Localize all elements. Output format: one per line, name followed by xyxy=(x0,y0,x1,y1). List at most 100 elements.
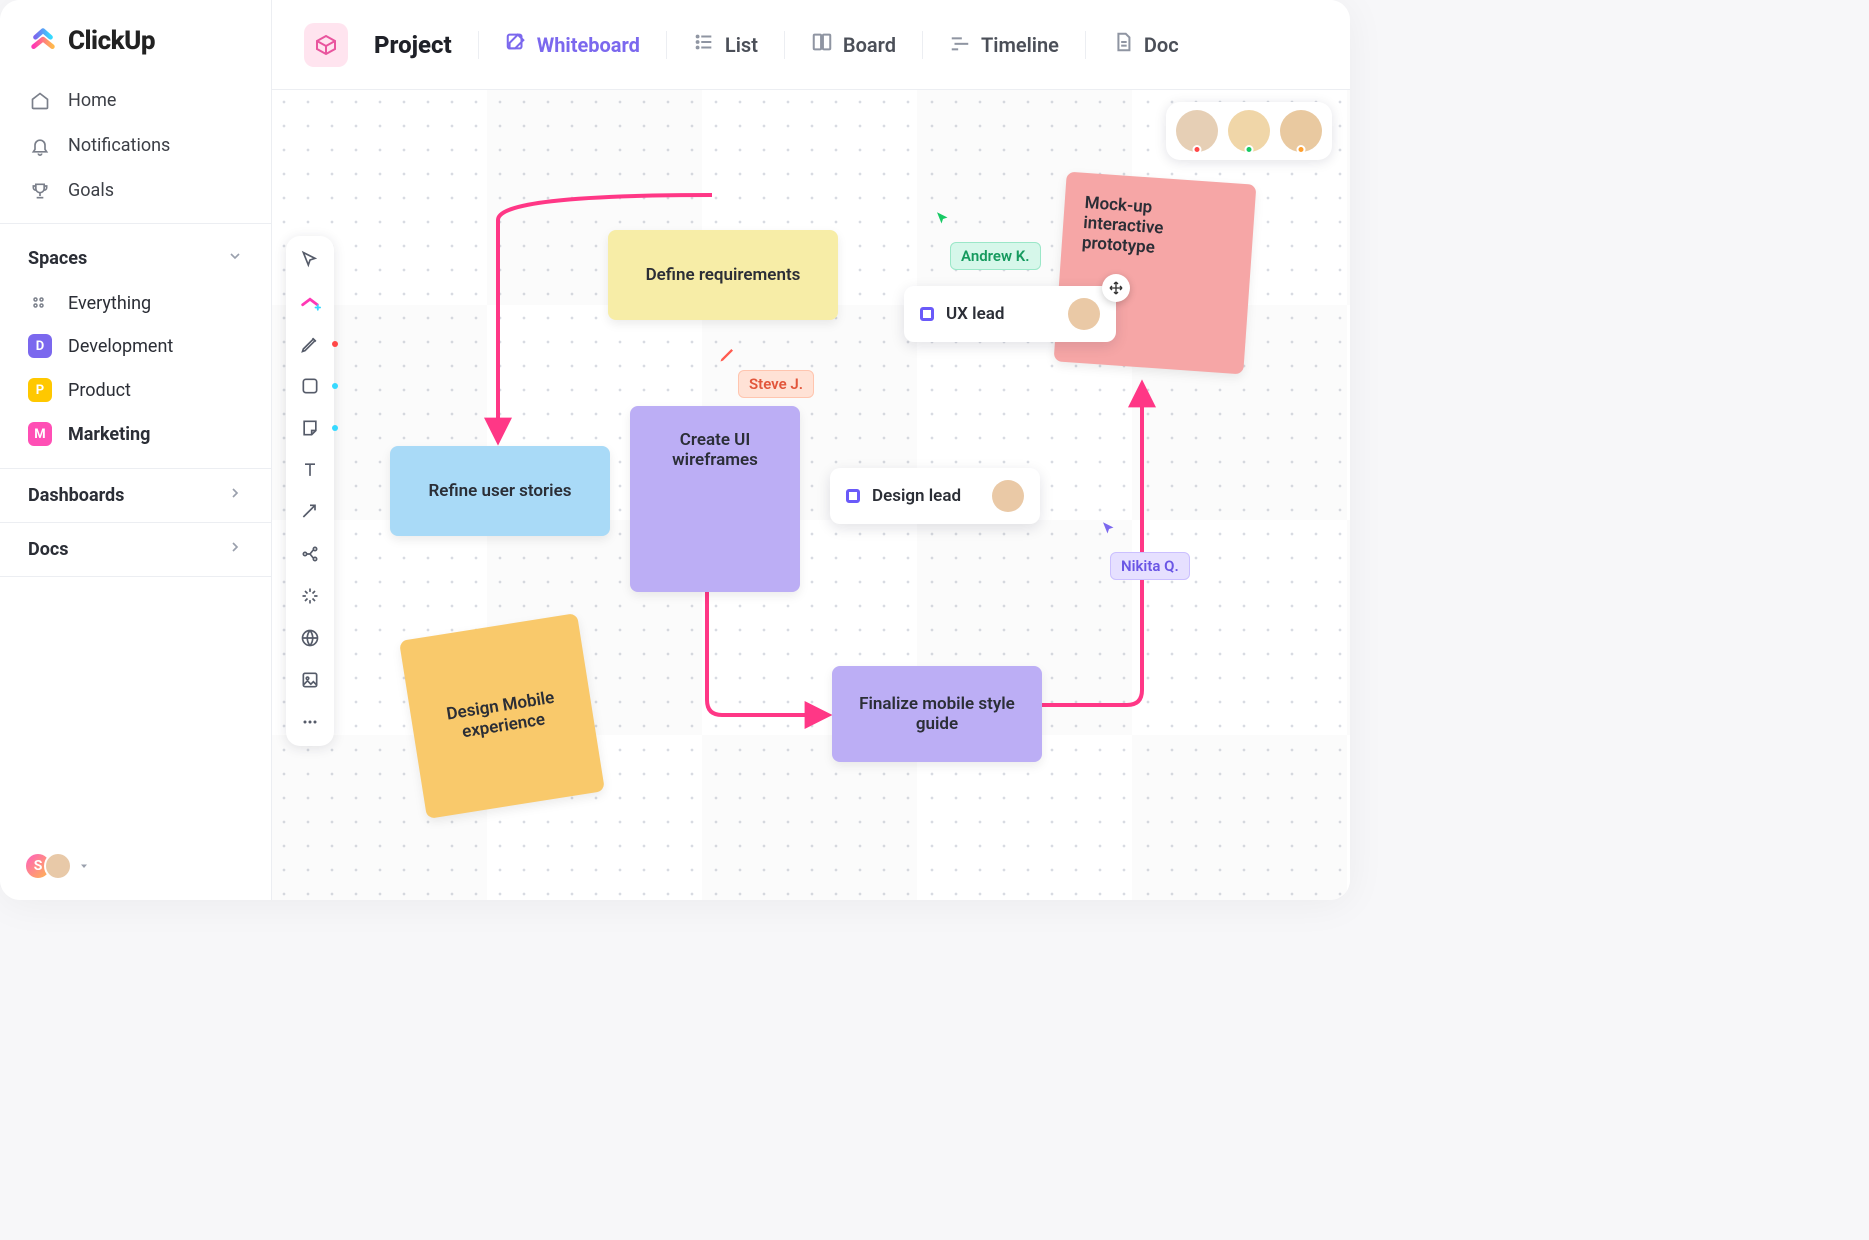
sidebar: ClickUp Home Notifications Goals Spaces … xyxy=(0,0,272,900)
space-development[interactable]: D Development xyxy=(0,324,271,368)
doc-icon xyxy=(1112,31,1134,58)
tool-mindmap[interactable] xyxy=(296,540,324,568)
task-card-label: UX lead xyxy=(946,304,1004,324)
space-badge-d: D xyxy=(28,334,52,358)
spaces-title: Spaces xyxy=(28,248,87,269)
brand[interactable]: ClickUp xyxy=(0,0,271,78)
view-timeline[interactable]: Timeline xyxy=(949,31,1059,58)
clickup-logo-icon xyxy=(28,26,58,56)
space-marketing[interactable]: M Marketing xyxy=(0,412,271,456)
separator xyxy=(1085,31,1086,59)
cursor-label-steve: Steve J. xyxy=(738,370,814,398)
nav-goals-label: Goals xyxy=(68,180,114,201)
view-board-label: Board xyxy=(843,33,896,57)
space-everything-label: Everything xyxy=(68,293,151,314)
canvas-toolbar xyxy=(286,236,334,746)
sticky-refine-user-stories[interactable]: Refine user stories xyxy=(390,446,610,536)
space-everything[interactable]: Everything xyxy=(0,283,271,324)
sticky-text: Mock-up interactive prototype xyxy=(1081,193,1235,263)
space-badge-p: P xyxy=(28,378,52,402)
timeline-icon xyxy=(949,31,971,58)
tool-connector[interactable] xyxy=(296,498,324,526)
space-product[interactable]: P Product xyxy=(0,368,271,412)
topbar: Project Whiteboard List Board Timeline D… xyxy=(272,0,1350,90)
sidebar-docs[interactable]: Docs xyxy=(0,522,271,577)
task-card-ux-lead[interactable]: UX lead xyxy=(904,286,1116,342)
tool-color-dot-blue xyxy=(332,425,338,431)
nav-notifications-label: Notifications xyxy=(68,135,170,156)
sticky-text: Design Mobile experience xyxy=(426,685,578,748)
brand-name: ClickUp xyxy=(68,26,155,56)
space-marketing-label: Marketing xyxy=(68,424,150,445)
tool-shape[interactable] xyxy=(296,372,324,400)
divider xyxy=(0,223,271,224)
view-timeline-label: Timeline xyxy=(981,33,1059,57)
chevron-down-icon xyxy=(227,248,243,269)
chevron-right-icon xyxy=(227,539,243,560)
tool-ai[interactable] xyxy=(296,582,324,610)
cursor-andrew xyxy=(934,210,952,232)
nav-notifications[interactable]: Notifications xyxy=(0,123,271,168)
status-dot xyxy=(1193,145,1202,154)
tool-image[interactable] xyxy=(296,666,324,694)
spaces-header[interactable]: Spaces xyxy=(0,234,271,283)
view-board[interactable]: Board xyxy=(811,31,896,58)
nav-home[interactable]: Home xyxy=(0,78,271,123)
space-product-label: Product xyxy=(68,380,131,401)
project-title: Project xyxy=(374,31,452,59)
cursor-label-nikita: Nikita Q. xyxy=(1110,552,1190,580)
task-status-square-icon xyxy=(920,307,934,321)
collab-avatar-2[interactable] xyxy=(1228,110,1270,152)
tool-select[interactable] xyxy=(296,246,324,274)
sidebar-footer[interactable]: S xyxy=(0,832,271,900)
tool-more[interactable] xyxy=(296,708,324,736)
tool-web[interactable] xyxy=(296,624,324,652)
sticky-create-wireframes[interactable]: Create UI wireframes xyxy=(630,406,800,592)
task-card-label: Design lead xyxy=(872,486,961,506)
status-dot xyxy=(1297,145,1306,154)
dashboards-label: Dashboards xyxy=(28,485,124,506)
view-list-label: List xyxy=(725,33,758,57)
sticky-define-requirements[interactable]: Define requirements xyxy=(608,230,838,320)
separator xyxy=(922,31,923,59)
tool-clickup-add[interactable] xyxy=(296,288,324,316)
whiteboard-icon xyxy=(505,31,527,58)
task-assignee-avatar xyxy=(992,480,1024,512)
task-status-square-icon xyxy=(846,489,860,503)
sticky-text: Create UI wireframes xyxy=(646,430,784,470)
list-icon xyxy=(693,31,715,58)
tool-pen[interactable] xyxy=(296,330,324,358)
view-doc[interactable]: Doc xyxy=(1112,31,1179,58)
collab-avatar-3[interactable] xyxy=(1280,110,1322,152)
nav-home-label: Home xyxy=(68,90,116,111)
sticky-text: Refine user stories xyxy=(429,481,572,501)
docs-label: Docs xyxy=(28,539,68,560)
collaborator-avatars[interactable] xyxy=(1166,102,1332,160)
sticky-mockup-prototype[interactable]: Mock-up interactive prototype xyxy=(1054,172,1257,375)
view-whiteboard[interactable]: Whiteboard xyxy=(505,31,640,58)
move-handle-icon[interactable] xyxy=(1102,274,1130,302)
bell-icon xyxy=(28,136,52,156)
task-card-design-lead[interactable]: Design lead xyxy=(830,468,1040,524)
project-icon[interactable] xyxy=(304,23,348,67)
caret-down-icon xyxy=(78,857,90,876)
tool-text[interactable] xyxy=(296,456,324,484)
sticky-design-mobile[interactable]: Design Mobile experience xyxy=(399,613,605,819)
tool-sticky[interactable] xyxy=(296,414,324,442)
task-assignee-avatar xyxy=(1068,298,1100,330)
sticky-finalize-style-guide[interactable]: Finalize mobile style guide xyxy=(832,666,1042,762)
cursor-steve-pen xyxy=(718,344,738,368)
view-whiteboard-label: Whiteboard xyxy=(537,33,640,57)
nav-goals[interactable]: Goals xyxy=(0,168,271,213)
separator xyxy=(478,31,479,59)
collab-avatar-1[interactable] xyxy=(1176,110,1218,152)
tool-color-dot-blue xyxy=(332,383,338,389)
view-list[interactable]: List xyxy=(693,31,758,58)
whiteboard-canvas[interactable]: Define requirements Refine user stories … xyxy=(272,90,1350,900)
separator xyxy=(784,31,785,59)
user-avatar-stack[interactable]: S xyxy=(24,852,72,880)
tool-color-dot-red xyxy=(332,341,338,347)
trophy-icon xyxy=(28,181,52,201)
board-icon xyxy=(811,31,833,58)
sidebar-dashboards[interactable]: Dashboards xyxy=(0,468,271,522)
